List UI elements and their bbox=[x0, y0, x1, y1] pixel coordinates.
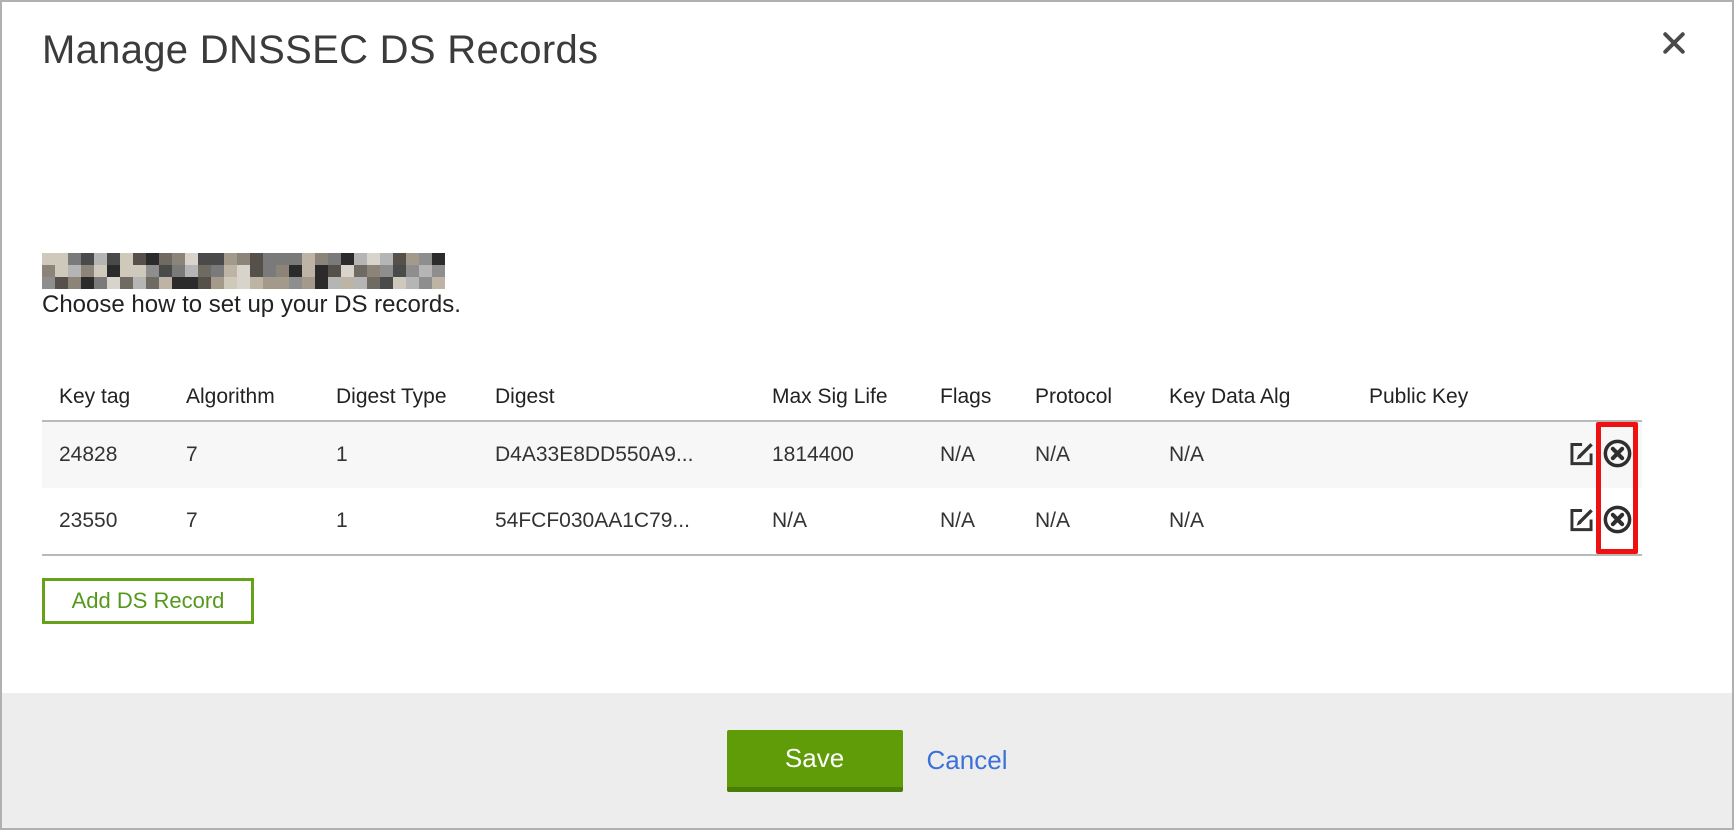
cell-protocol: N/A bbox=[1035, 443, 1169, 467]
cell-digest: 54FCF030AA1C79... bbox=[495, 509, 772, 533]
table-body: 24828 7 1 D4A33E8DD550A9... 1814400 N/A … bbox=[42, 420, 1642, 556]
table-header-row: Key tag Algorithm Digest Type Digest Max… bbox=[42, 374, 1642, 420]
column-header-key-tag: Key tag bbox=[42, 385, 186, 409]
dialog-title: Manage DNSSEC DS Records bbox=[42, 28, 598, 73]
cell-algorithm: 7 bbox=[186, 443, 336, 467]
cell-key-tag: 24828 bbox=[42, 443, 186, 467]
cell-key-data-alg: N/A bbox=[1169, 443, 1369, 467]
column-header-algorithm: Algorithm bbox=[186, 385, 336, 409]
cell-max-sig-life: 1814400 bbox=[772, 443, 940, 467]
column-header-protocol: Protocol bbox=[1035, 385, 1169, 409]
column-header-max-sig-life: Max Sig Life bbox=[772, 385, 940, 409]
cell-digest: D4A33E8DD550A9... bbox=[495, 443, 772, 467]
edit-record-button[interactable] bbox=[1568, 506, 1595, 536]
delete-record-button[interactable] bbox=[1602, 438, 1633, 472]
ds-records-table: Key tag Algorithm Digest Type Digest Max… bbox=[42, 374, 1642, 556]
cell-algorithm: 7 bbox=[186, 509, 336, 533]
column-header-key-data-alg: Key Data Alg bbox=[1169, 385, 1369, 409]
instruction-text: Choose how to set up your DS records. bbox=[42, 291, 461, 319]
edit-icon bbox=[1568, 506, 1595, 536]
column-header-digest: Digest bbox=[495, 385, 772, 409]
table-row: 24828 7 1 D4A33E8DD550A9... 1814400 N/A … bbox=[42, 422, 1642, 488]
delete-icon bbox=[1602, 438, 1633, 472]
save-button[interactable]: Save bbox=[727, 730, 903, 792]
cell-max-sig-life: N/A bbox=[772, 509, 940, 533]
add-ds-record-button[interactable]: Add DS Record bbox=[42, 578, 254, 624]
manage-dnssec-ds-records-dialog: Manage DNSSEC DS Records Choose how to s… bbox=[0, 0, 1734, 830]
table-row: 23550 7 1 54FCF030AA1C79... N/A N/A N/A … bbox=[42, 488, 1642, 554]
cell-flags: N/A bbox=[940, 443, 1035, 467]
column-header-public-key: Public Key bbox=[1369, 385, 1562, 409]
delete-record-button[interactable] bbox=[1602, 504, 1633, 538]
column-header-digest-type: Digest Type bbox=[336, 385, 495, 409]
cell-flags: N/A bbox=[940, 509, 1035, 533]
close-icon bbox=[1660, 29, 1688, 60]
cell-digest-type: 1 bbox=[336, 443, 495, 467]
edit-icon bbox=[1568, 440, 1595, 470]
cell-key-tag: 23550 bbox=[42, 509, 186, 533]
cell-protocol: N/A bbox=[1035, 509, 1169, 533]
edit-record-button[interactable] bbox=[1568, 440, 1595, 470]
dialog-footer: Save Cancel bbox=[2, 693, 1732, 828]
close-button[interactable] bbox=[1658, 28, 1690, 60]
redacted-domain bbox=[42, 253, 445, 289]
cancel-link[interactable]: Cancel bbox=[927, 745, 1008, 776]
column-header-flags: Flags bbox=[940, 385, 1035, 409]
cell-key-data-alg: N/A bbox=[1169, 509, 1369, 533]
delete-icon bbox=[1602, 504, 1633, 538]
cell-digest-type: 1 bbox=[336, 509, 495, 533]
